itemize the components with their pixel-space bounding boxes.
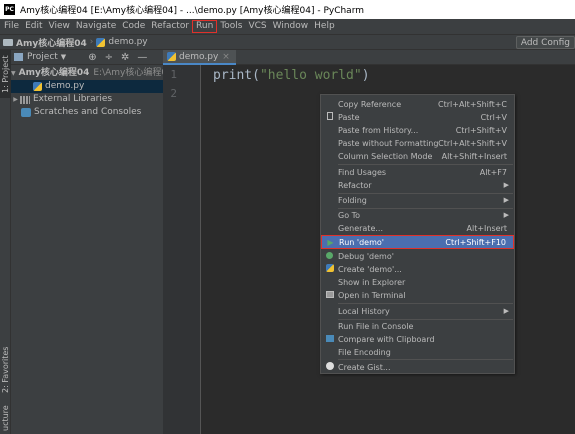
menu-window[interactable]: Window: [270, 20, 312, 33]
debug-icon: [326, 251, 333, 259]
menu-item-run-demo[interactable]: ▶ Run 'demo' Ctrl+Shift+F10: [321, 235, 514, 249]
scroll-from-source-icon[interactable]: ⊕: [88, 52, 96, 63]
breadcrumb-project[interactable]: Amy核心编程04: [16, 36, 87, 49]
project-tree: ▼ Amy核心编程04 E:\Amy核心编程04 demo.py ▶ Exter…: [11, 65, 163, 119]
menu-edit[interactable]: Edit: [22, 20, 45, 33]
close-icon[interactable]: ×: [222, 52, 230, 62]
window-title: Amy核心编程04 [E:\Amy核心编程04] - ...\demo.py […: [20, 6, 365, 16]
github-icon: [325, 362, 334, 370]
left-tool-strip: 1: Project 2: Favorites ucture: [0, 50, 11, 434]
menu-separator: [338, 164, 513, 165]
project-panel: Project ▼ ⊕ ÷ ✲ — ▼ Amy核心编程04 E:\Amy核心编程…: [11, 50, 163, 434]
gear-icon[interactable]: ✲: [121, 52, 129, 63]
editor-tab-label: demo.py: [179, 51, 219, 62]
menu-item-folding[interactable]: Folding ▶: [321, 194, 514, 206]
scratches-icon: [21, 108, 31, 117]
breadcrumb-file[interactable]: demo.py: [108, 37, 147, 47]
menu-item-column-selection-mode[interactable]: Column Selection Mode Alt+Shift+Insert: [321, 150, 514, 162]
editor-tabs: demo.py ×: [163, 49, 575, 65]
menu-item-create-demo[interactable]: Create 'demo'...: [321, 263, 514, 275]
pycharm-logo-icon: PC: [4, 4, 15, 15]
menu-file[interactable]: File: [1, 20, 22, 33]
menu-item-local-history[interactable]: Local History ▶: [321, 305, 514, 317]
python-icon: [325, 264, 334, 272]
menu-help[interactable]: Help: [311, 20, 338, 33]
menu-tools[interactable]: Tools: [217, 20, 245, 33]
menu-view[interactable]: View: [46, 20, 73, 33]
python-file-icon: [96, 37, 106, 47]
code-string: "hello world": [259, 68, 362, 83]
menu-item-compare-with-clipboard[interactable]: Compare with Clipboard: [321, 333, 514, 345]
run-icon: ▶: [327, 237, 334, 247]
menu-item-generate[interactable]: Generate... Alt+Insert: [321, 222, 514, 234]
folder-icon: [3, 38, 13, 46]
breadcrumb-separator: ›: [89, 37, 94, 47]
menu-refactor[interactable]: Refactor: [148, 20, 192, 33]
menu-item-find-usages[interactable]: Find Usages Alt+F7: [321, 166, 514, 178]
menu-item-show-in-explorer[interactable]: Show in Explorer: [321, 276, 514, 288]
menu-item-debug-demo[interactable]: Debug 'demo': [321, 250, 514, 262]
submenu-arrow-icon: ▶: [503, 307, 509, 315]
submenu-arrow-icon: ▶: [503, 211, 509, 219]
project-view-icon: [14, 53, 23, 61]
submenu-arrow-icon: ▶: [503, 196, 509, 204]
menu-code[interactable]: Code: [119, 20, 148, 33]
tree-item-demo-py[interactable]: demo.py: [11, 80, 163, 93]
menu-vcs[interactable]: VCS: [245, 20, 269, 33]
line-number: 1: [170, 68, 177, 81]
submenu-arrow-icon: ▶: [503, 181, 509, 189]
tab-project[interactable]: 1: Project: [0, 50, 11, 98]
expand-arrow-icon[interactable]: ▼: [11, 67, 16, 80]
project-panel-header: Project ▼ ⊕ ÷ ✲ —: [11, 50, 163, 65]
menu-item-go-to[interactable]: Go To ▶: [321, 209, 514, 221]
code-line[interactable]: print("hello world"): [213, 68, 370, 83]
menu-separator: [338, 359, 513, 360]
tree-item-scratches[interactable]: Scratches and Consoles: [11, 106, 163, 119]
expand-arrow-icon[interactable]: ▶: [11, 93, 20, 106]
add-configuration-button[interactable]: Add Config: [515, 36, 575, 49]
collapse-all-icon[interactable]: ÷: [105, 52, 113, 63]
tree-item-label: Scratches and Consoles: [34, 107, 142, 117]
tree-item-external-libraries[interactable]: ▶ External Libraries: [11, 93, 163, 106]
tree-item-label: demo.py: [45, 81, 85, 91]
title-bar: PC Amy核心编程04 [E:\Amy核心编程04] - ...\demo.p…: [0, 0, 575, 19]
menu-item-paste-without-formatting[interactable]: Paste without Formatting Ctrl+Alt+Shift+V: [321, 137, 514, 149]
menu-separator: [338, 303, 513, 304]
clipboard-icon: [326, 112, 333, 120]
menu-run[interactable]: Run: [192, 20, 218, 33]
menu-item-copy-reference[interactable]: Copy Reference Ctrl+Alt+Shift+C: [321, 98, 514, 110]
context-menu: Copy Reference Ctrl+Alt+Shift+C Paste Ctrl…: [320, 94, 515, 374]
project-view-selector[interactable]: Project: [27, 52, 58, 62]
tab-structure[interactable]: ucture: [0, 402, 11, 434]
chevron-down-icon[interactable]: ▼: [61, 53, 66, 61]
tree-item-label: External Libraries: [33, 94, 113, 104]
code-paren: ): [361, 68, 370, 83]
editor-tab-demo-py[interactable]: demo.py ×: [163, 49, 236, 65]
library-icon: [20, 95, 30, 104]
python-file-icon: [167, 51, 176, 61]
menu-bar: File Edit View Navigate Code Refactor Ru…: [0, 19, 575, 34]
tree-item-label: Amy核心编程04: [18, 68, 90, 78]
line-number: 2: [170, 87, 177, 100]
tab-favorites[interactable]: 2: Favorites: [0, 342, 11, 397]
navigation-bar: Amy核心编程04 › demo.py Add Config: [0, 34, 575, 50]
tree-item-path: E:\Amy核心编程04: [93, 68, 163, 78]
menu-item-run-file-in-console[interactable]: Run File in Console: [321, 320, 514, 332]
menu-item-refactor[interactable]: Refactor ▶: [321, 179, 514, 191]
menu-item-file-encoding[interactable]: File Encoding: [321, 346, 514, 358]
compare-icon: [325, 334, 334, 342]
tree-item-project-root[interactable]: ▼ Amy核心编程04 E:\Amy核心编程04: [11, 67, 163, 80]
menu-navigate[interactable]: Navigate: [73, 20, 119, 33]
menu-item-create-gist[interactable]: Create Gist...: [321, 361, 514, 373]
menu-item-open-in-terminal[interactable]: Open in Terminal: [321, 289, 514, 301]
python-file-icon: [33, 82, 42, 91]
menu-item-paste-from-history[interactable]: Paste from History... Ctrl+Shift+V: [321, 124, 514, 136]
menu-item-paste[interactable]: Paste Ctrl+V: [321, 111, 514, 123]
terminal-icon: [325, 290, 334, 298]
hide-panel-icon[interactable]: —: [137, 52, 147, 63]
line-gutter: 1 2: [163, 65, 201, 434]
code-function: print(: [213, 68, 260, 83]
